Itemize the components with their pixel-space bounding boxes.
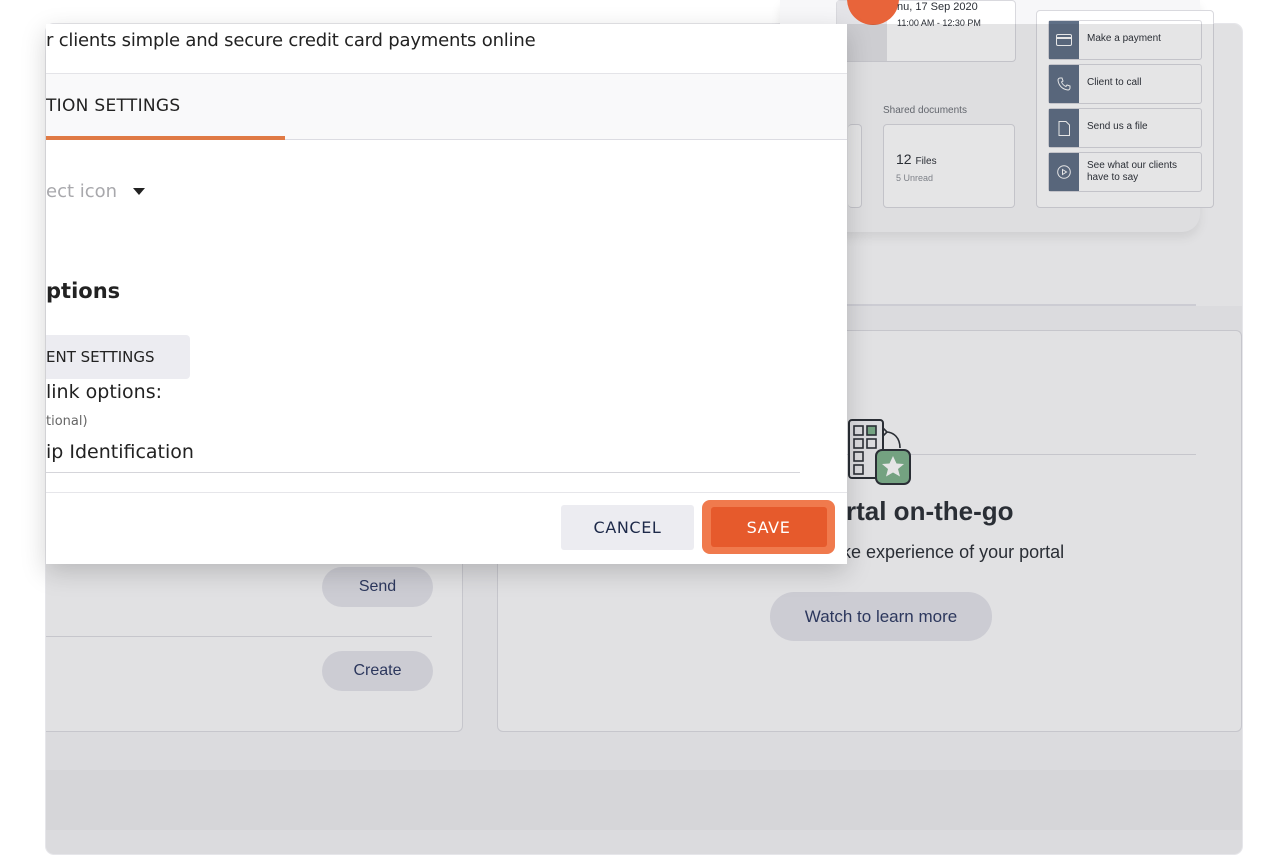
watch-learn-more-button[interactable]: Watch to learn more — [770, 592, 992, 641]
credit-card-icon — [1049, 21, 1079, 59]
save-button-focus-ring: SAVE — [702, 500, 835, 554]
divider — [846, 304, 1196, 306]
identification-field[interactable]: ip Identification — [46, 437, 800, 473]
action-make-payment: Make a payment — [1048, 20, 1202, 60]
action-label: Send us a file — [1087, 121, 1148, 132]
payment-settings-button[interactable]: ENT SETTINGS — [46, 335, 190, 379]
shared-files-card: 12 Files 5 Unread — [883, 124, 1015, 208]
appointment-card: nu, 17 Sep 2020 11:00 AM - 12:30 PM — [836, 0, 1016, 62]
payment-link-modal: r clients simple and secure credit card … — [46, 24, 847, 564]
files-count-number: 12 — [896, 151, 912, 167]
create-button[interactable]: Create — [322, 651, 433, 691]
file-icon — [1049, 109, 1079, 147]
modal-description: r clients simple and secure credit card … — [46, 30, 536, 51]
action-client-to-call: Client to call — [1048, 64, 1202, 104]
caret-down-icon — [133, 187, 146, 195]
icon-select-dropdown[interactable]: ect icon — [46, 178, 146, 204]
icon-select-placeholder: ect icon — [46, 180, 118, 202]
appointment-time: 11:00 AM - 12:30 PM — [897, 18, 981, 28]
active-tab-indicator — [46, 136, 285, 140]
optional-hint: tional) — [46, 414, 88, 429]
action-label: Client to call — [1087, 77, 1142, 88]
partial-card — [848, 124, 862, 208]
mobile-app-star-icon — [846, 418, 912, 486]
appointment-date: nu, 17 Sep 2020 — [897, 1, 978, 13]
footer-area — [46, 770, 1242, 830]
options-heading: ptions — [46, 279, 121, 303]
portal-subtitle: p-like experience of your portal — [818, 542, 1065, 562]
shared-documents-label: Shared documents — [883, 105, 967, 116]
action-label: See what our clients have to say — [1087, 160, 1178, 183]
link-options-label: link options: — [46, 381, 163, 403]
action-send-file: Send us a file — [1048, 108, 1202, 148]
phone-icon — [1049, 65, 1079, 103]
files-unit: Files — [915, 156, 937, 167]
send-button[interactable]: Send — [322, 567, 433, 607]
action-testimonials: See what our clients have to say — [1048, 152, 1202, 192]
files-unread: 5 Unread — [896, 173, 934, 183]
play-icon — [1049, 153, 1079, 191]
cancel-button[interactable]: CANCEL — [561, 505, 694, 550]
portal-title: rtal on-the-go — [846, 496, 1014, 526]
action-label: Make a payment — [1087, 33, 1161, 44]
save-button[interactable]: SAVE — [710, 507, 827, 547]
files-count: 12 Files — [896, 151, 937, 167]
divider — [46, 636, 432, 637]
tab-settings[interactable]: TION SETTINGS — [46, 96, 181, 116]
tab-bar: TION SETTINGS — [46, 74, 847, 140]
